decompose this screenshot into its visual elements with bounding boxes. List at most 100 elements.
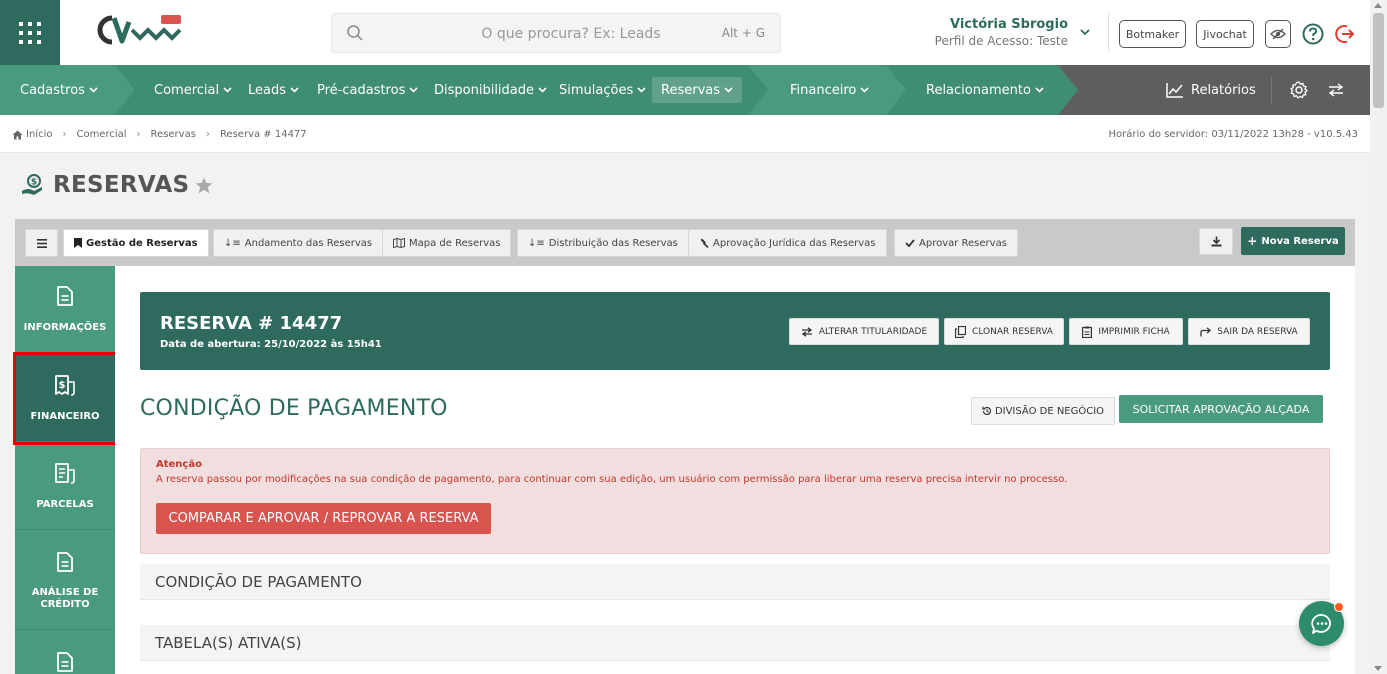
chat-bubble-icon — [1310, 613, 1331, 634]
chevron-down-icon — [223, 87, 232, 93]
breadcrumb-bar: Início › Comercial › Reservas › Reserva … — [0, 115, 1370, 153]
gavel-icon — [700, 238, 709, 248]
sidebar-item-label: PARCELAS — [36, 499, 94, 510]
divisao-negocio-button[interactable]: DIVISÃO DE NEGÓCIO — [971, 397, 1115, 425]
solicitar-aprovacao-alcada-button[interactable]: SOLICITAR APROVAÇÃO ALÇADA — [1119, 395, 1323, 423]
sidebar-item-analise-credito[interactable]: ANÁLISE DE CRÉDITO — [15, 530, 115, 630]
nav-pre-cadastros[interactable]: Pré-cadastros — [317, 65, 418, 115]
hamburger-icon — [36, 238, 47, 248]
nav-simulacoes[interactable]: Simulações — [559, 65, 646, 115]
apps-menu-button[interactable] — [0, 0, 60, 65]
chevron-down-icon — [1035, 87, 1044, 93]
tab-label: Andamento das Reservas — [244, 237, 373, 249]
reserva-sidebar: INFORMAÇÕES $ FINANCEIRO PARCELAS ANÁLIS… — [15, 266, 115, 674]
nav-financeiro[interactable]: Financeiro — [790, 65, 869, 115]
tab-gestao-reservas[interactable]: Gestão de Reservas — [63, 229, 209, 257]
nav-reservas[interactable]: Reservas — [652, 77, 742, 103]
eye-off-icon — [1270, 28, 1286, 40]
document-icon — [57, 652, 73, 672]
button-label: ALTERAR TITULARIDADE — [818, 326, 928, 337]
scroll-down-icon[interactable] — [1374, 666, 1382, 671]
button-label: CLONAR RESERVA — [972, 326, 1053, 337]
nav-comercial[interactable]: Comercial — [154, 65, 232, 115]
logout-icon[interactable] — [1334, 23, 1356, 45]
sair-da-reserva-button[interactable]: SAIR DA RESERVA — [1188, 318, 1310, 345]
imprimir-ficha-button[interactable]: IMPRIMIR FICHA — [1069, 318, 1183, 345]
nav-cadastros[interactable]: Cadastros — [20, 65, 98, 115]
nav-disponibilidade[interactable]: Disponibilidade — [434, 65, 547, 115]
section-tabelas-ativas[interactable]: TABELA(S) ATIVA(S) — [140, 625, 1330, 661]
section-condicao-pagamento[interactable]: CONDIÇÃO DE PAGAMENTO — [140, 564, 1330, 600]
tab-label: Aprovar Reservas — [919, 237, 1007, 249]
chevron-down-icon — [290, 87, 299, 93]
document-icon — [57, 552, 73, 572]
botmaker-button[interactable]: Botmaker — [1119, 20, 1186, 48]
reserva-open-date: Data de abertura: 25/10/2022 às 15h41 — [160, 339, 382, 350]
notification-dot — [1334, 602, 1344, 612]
nav-label: Financeiro — [790, 82, 857, 98]
tab-mapa-reservas[interactable]: Mapa de Reservas — [382, 229, 512, 257]
download-button[interactable] — [1199, 228, 1233, 255]
tab-aprovacao-juridica[interactable]: Aprovação Jurídica das Reservas — [688, 229, 887, 257]
sidebar-item-informacoes[interactable]: INFORMAÇÕES — [15, 266, 115, 354]
nav-label: Reservas — [661, 82, 720, 98]
nav-leads[interactable]: Leads — [248, 65, 299, 115]
grid-icon — [19, 21, 41, 44]
alterar-titularidade-button[interactable]: ALTERAR TITULARIDADE — [789, 318, 939, 345]
jivochat-button[interactable]: Jivochat — [1196, 20, 1254, 48]
comparar-aprovar-button[interactable]: COMPARAR E APROVAR / REPROVAR A RESERVA — [156, 503, 491, 534]
nova-reserva-button[interactable]: + Nova Reserva — [1241, 227, 1345, 255]
nav-label: Relacionamento — [926, 82, 1031, 98]
page-scrollbar[interactable] — [1370, 0, 1387, 674]
search-input[interactable]: O que procura? Ex: Leads — [332, 26, 780, 42]
invoice-list-icon — [55, 463, 75, 484]
sidebar-item-label: ANÁLISE DE CRÉDITO — [31, 587, 99, 610]
help-icon[interactable] — [1302, 23, 1324, 45]
button-label: DIVISÃO DE NEGÓCIO — [994, 405, 1105, 417]
check-icon — [905, 239, 915, 247]
tab-andamento-reservas[interactable]: ↓≡ Andamento das Reservas — [213, 229, 384, 257]
nav-relatorios[interactable]: Relatórios — [1166, 65, 1256, 115]
page-header: $ RESERVAS — [20, 172, 213, 198]
clonar-reserva-button[interactable]: CLONAR RESERVA — [944, 318, 1064, 345]
star-icon[interactable] — [195, 177, 213, 194]
sort-icon: ↓≡ — [224, 237, 241, 249]
user-info[interactable]: Victória Sbrogio Perfil de Acesso: Teste — [935, 17, 1068, 48]
history-icon — [982, 406, 991, 416]
attention-alert: Atenção A reserva passou por modificaçõe… — [140, 448, 1330, 554]
global-search[interactable]: O que procura? Ex: Leads Alt + G — [331, 13, 781, 53]
nav-relacionamento[interactable]: Relacionamento — [926, 65, 1044, 115]
alert-title: Atenção — [156, 459, 202, 470]
breadcrumb-item-inicio[interactable]: Início — [26, 129, 52, 140]
chevron-down-icon[interactable] — [1080, 29, 1090, 36]
tab-distribuicao-reservas[interactable]: ↓≡ Distribuição das Reservas — [517, 229, 689, 257]
breadcrumb-item-reservas[interactable]: Reservas — [151, 129, 196, 140]
visibility-toggle-button[interactable] — [1265, 20, 1291, 48]
tabs-bar: Gestão de Reservas ↓≡ Andamento das Rese… — [15, 219, 1355, 266]
chevron-down-icon — [538, 87, 547, 93]
logo[interactable] — [92, 12, 192, 54]
search-shortcut: Alt + G — [721, 26, 765, 40]
sidebar-item-more[interactable] — [15, 630, 115, 674]
condicao-pagamento-title: CONDIÇÃO DE PAGAMENTO — [140, 396, 448, 421]
breadcrumb-item-comercial[interactable]: Comercial — [76, 129, 126, 140]
bookmark-icon — [74, 238, 82, 248]
scrollbar-thumb[interactable] — [1373, 13, 1384, 108]
chevron-down-icon — [89, 87, 98, 93]
scroll-up-icon[interactable] — [1374, 3, 1382, 8]
nav-label: Leads — [248, 82, 287, 98]
nav-label: Pré-cadastros — [317, 82, 406, 98]
document-icon — [57, 286, 73, 306]
tab-aprovar-reservas[interactable]: Aprovar Reservas — [894, 229, 1018, 257]
alert-message: A reserva passou por modificações na sua… — [156, 474, 1068, 485]
menu-toggle-button[interactable] — [25, 229, 58, 257]
tab-label: Gestão de Reservas — [86, 237, 198, 249]
button-label: Nova Reserva — [1261, 235, 1339, 247]
sidebar-item-parcelas[interactable]: PARCELAS — [15, 442, 115, 530]
copy-icon — [955, 325, 967, 338]
swap-icon[interactable] — [1328, 83, 1344, 97]
user-profile: Perfil de Acesso: Teste — [934, 34, 1068, 48]
download-icon — [1211, 236, 1221, 247]
gear-icon[interactable] — [1290, 81, 1308, 99]
chevron-down-icon — [637, 87, 646, 93]
